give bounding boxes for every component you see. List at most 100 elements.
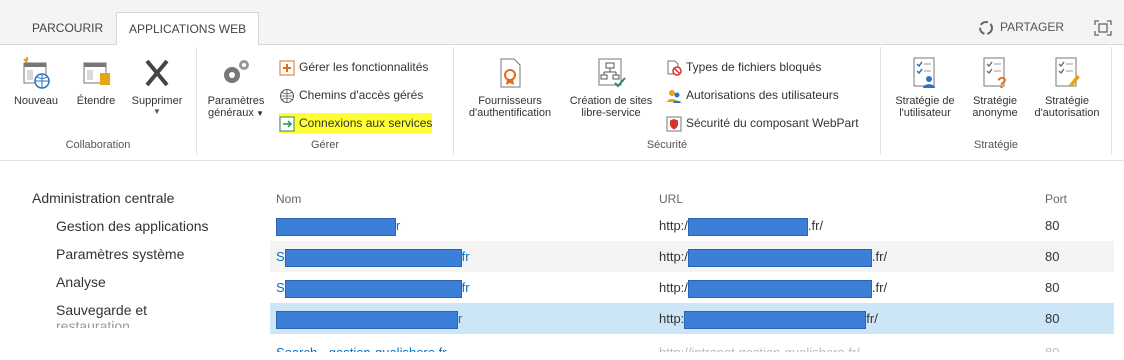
url-prefix: http:/ <box>659 249 688 264</box>
self-service-label-1: Création de sites <box>569 95 653 107</box>
service-connections-label: Connexions aux services <box>299 116 433 130</box>
blocked-file-types-button[interactable]: Types de fichiers bloqués <box>666 57 821 77</box>
users-icon <box>667 89 681 103</box>
svg-text:?: ? <box>997 75 1007 91</box>
ribbon-tab-bar: PARCOURIR APPLICATIONS WEB PARTAGER <box>0 0 1124 46</box>
nav-application-management[interactable]: Gestion des applications <box>32 218 209 234</box>
header-url[interactable]: URL <box>659 188 683 210</box>
redaction-box <box>687 279 872 298</box>
self-service-sites-button[interactable]: Création de sites libre-service <box>564 55 658 119</box>
user-permissions-label: Autorisations des utilisateurs <box>686 88 839 102</box>
anonymous-policy-button[interactable]: ? Stratégie anonyme <box>965 55 1025 119</box>
redaction-box <box>276 310 458 329</box>
focus-mode-button[interactable] <box>1094 20 1112 41</box>
table-row[interactable]: Sfr http:/ .fr/ 80 <box>270 241 1114 272</box>
general-settings-label-2: généraux <box>207 107 254 119</box>
row-name[interactable]: r <box>276 303 462 334</box>
row-name[interactable]: r <box>276 210 400 241</box>
self-service-label-2: libre-service <box>581 107 641 119</box>
header-name[interactable]: Nom <box>276 188 301 210</box>
row-port: 80 <box>1045 249 1060 264</box>
group-label-collaboration: Collaboration <box>65 139 131 151</box>
managed-paths-button[interactable]: Chemins d'accès gérés <box>279 85 423 105</box>
managed-paths-label: Chemins d'accès gérés <box>299 88 424 102</box>
group-security: Fournisseurs d'authentification Création… <box>454 47 881 155</box>
row-url: http:/ .fr/ <box>659 210 823 241</box>
table-row-cut: Search - gestion-qualishere.fr http://in… <box>270 340 1114 352</box>
features-icon <box>279 60 295 76</box>
nav-backup-restore-cut: restauration <box>56 318 130 328</box>
url-prefix: http:/ <box>659 218 688 233</box>
extend-button[interactable]: Étendre <box>70 55 122 107</box>
group-label-security: Sécurité <box>646 139 688 151</box>
row-url: http: fr/ <box>659 303 878 334</box>
user-permissions-button[interactable]: Autorisations des utilisateurs <box>666 85 839 105</box>
extend-label: Étendre <box>76 95 116 107</box>
permission-policy-button[interactable]: Stratégie d'autorisation <box>1027 55 1107 119</box>
name-suffix: r <box>458 311 463 326</box>
redaction-box <box>276 217 396 236</box>
new-label: Nouveau <box>13 95 59 107</box>
nav-monitoring[interactable]: Analyse <box>32 274 209 290</box>
table-row[interactable]: r http:/ .fr/ 80 <box>270 210 1114 241</box>
user-policy-label-2: l'utilisateur <box>899 107 951 119</box>
group-label-policy: Stratégie <box>973 139 1019 151</box>
nav-backup-restore[interactable]: Sauvegarde et <box>32 302 209 318</box>
url-suffix: .fr/ <box>807 218 824 233</box>
name-suffix: fr <box>461 249 470 264</box>
nav-system-settings[interactable]: Paramètres système <box>32 246 209 262</box>
permission-policy-label-2: d'autorisation <box>1034 107 1100 119</box>
auth-providers-label-1: Fournisseurs <box>478 95 542 107</box>
manage-features-button[interactable]: Gérer les fonctionnalités <box>279 57 428 77</box>
blocked-file-types-label: Types de fichiers bloqués <box>686 60 822 74</box>
extend-icon <box>83 62 110 85</box>
auth-providers-button[interactable]: Fournisseurs d'authentification <box>458 55 562 119</box>
redaction-box <box>687 248 872 267</box>
new-button[interactable]: Nouveau <box>6 55 66 107</box>
group-policy: Stratégie de l'utilisateur ? Stratégie a… <box>881 47 1112 155</box>
url-suffix: fr/ <box>866 311 878 326</box>
delete-button[interactable]: Supprimer ▼ <box>124 55 190 116</box>
site-hierarchy-icon <box>598 58 626 88</box>
connections-icon <box>279 116 295 132</box>
ribbon: Nouveau Étendre Supprimer ▼ Collaboratio… <box>0 45 1124 161</box>
user-policy-button[interactable]: Stratégie de l'utilisateur <box>889 55 961 119</box>
name-suffix: fr <box>461 280 470 295</box>
table-row[interactable]: Sfr http:/ .fr/ 80 <box>270 272 1114 303</box>
row-port: 80 <box>1045 218 1060 233</box>
name-prefix: S <box>276 280 285 295</box>
nav-central-admin[interactable]: Administration centrale <box>32 190 209 206</box>
name-suffix: r <box>396 218 401 233</box>
row-name[interactable]: Sfr <box>276 272 470 303</box>
header-port[interactable]: Port <box>1045 188 1067 210</box>
blocked-file-icon <box>667 60 682 76</box>
share-label: PARTAGER <box>999 20 1064 35</box>
general-settings-label-1: Paramètres <box>207 95 265 107</box>
share-icon <box>978 21 993 35</box>
redaction-box <box>684 310 867 329</box>
group-label-manage: Gérer <box>310 139 340 151</box>
web-applications-table: Nom URL Port r http:/ .fr/ 80 Sfr http:/.… <box>270 188 1114 334</box>
group-manage: Paramètres généraux ▼ Gérer les fonction… <box>197 47 454 155</box>
row-port: 80 <box>1045 280 1060 295</box>
general-settings-button[interactable]: Paramètres généraux ▼ <box>201 55 271 119</box>
row-name[interactable]: Sfr <box>276 241 470 272</box>
redaction-box <box>687 217 808 236</box>
row-url: http:/ .fr/ <box>659 241 887 272</box>
url-suffix: .fr/ <box>871 280 888 295</box>
url-prefix: http: <box>659 311 685 326</box>
user-policy-icon <box>913 57 935 88</box>
permission-policy-label-1: Stratégie <box>1044 95 1090 107</box>
name-prefix: S <box>276 249 285 264</box>
tab-web-applications[interactable]: APPLICATIONS WEB <box>116 12 260 46</box>
table-row-selected[interactable]: r http: fr/ 80 <box>270 303 1114 334</box>
tab-browse[interactable]: PARCOURIR <box>20 12 115 44</box>
service-connections-button[interactable]: Connexions aux services <box>279 113 433 133</box>
gear-icon <box>224 60 249 83</box>
left-navigation: Administration centrale Gestion des appl… <box>32 190 209 340</box>
cut-row-name[interactable]: Search - gestion-qualishere.fr <box>276 340 447 352</box>
redaction-box <box>284 248 462 267</box>
webpart-security-button[interactable]: Sécurité du composant WebPart <box>666 113 859 133</box>
share-button[interactable]: PARTAGER <box>978 20 1064 36</box>
row-url: http:/ .fr/ <box>659 272 887 303</box>
